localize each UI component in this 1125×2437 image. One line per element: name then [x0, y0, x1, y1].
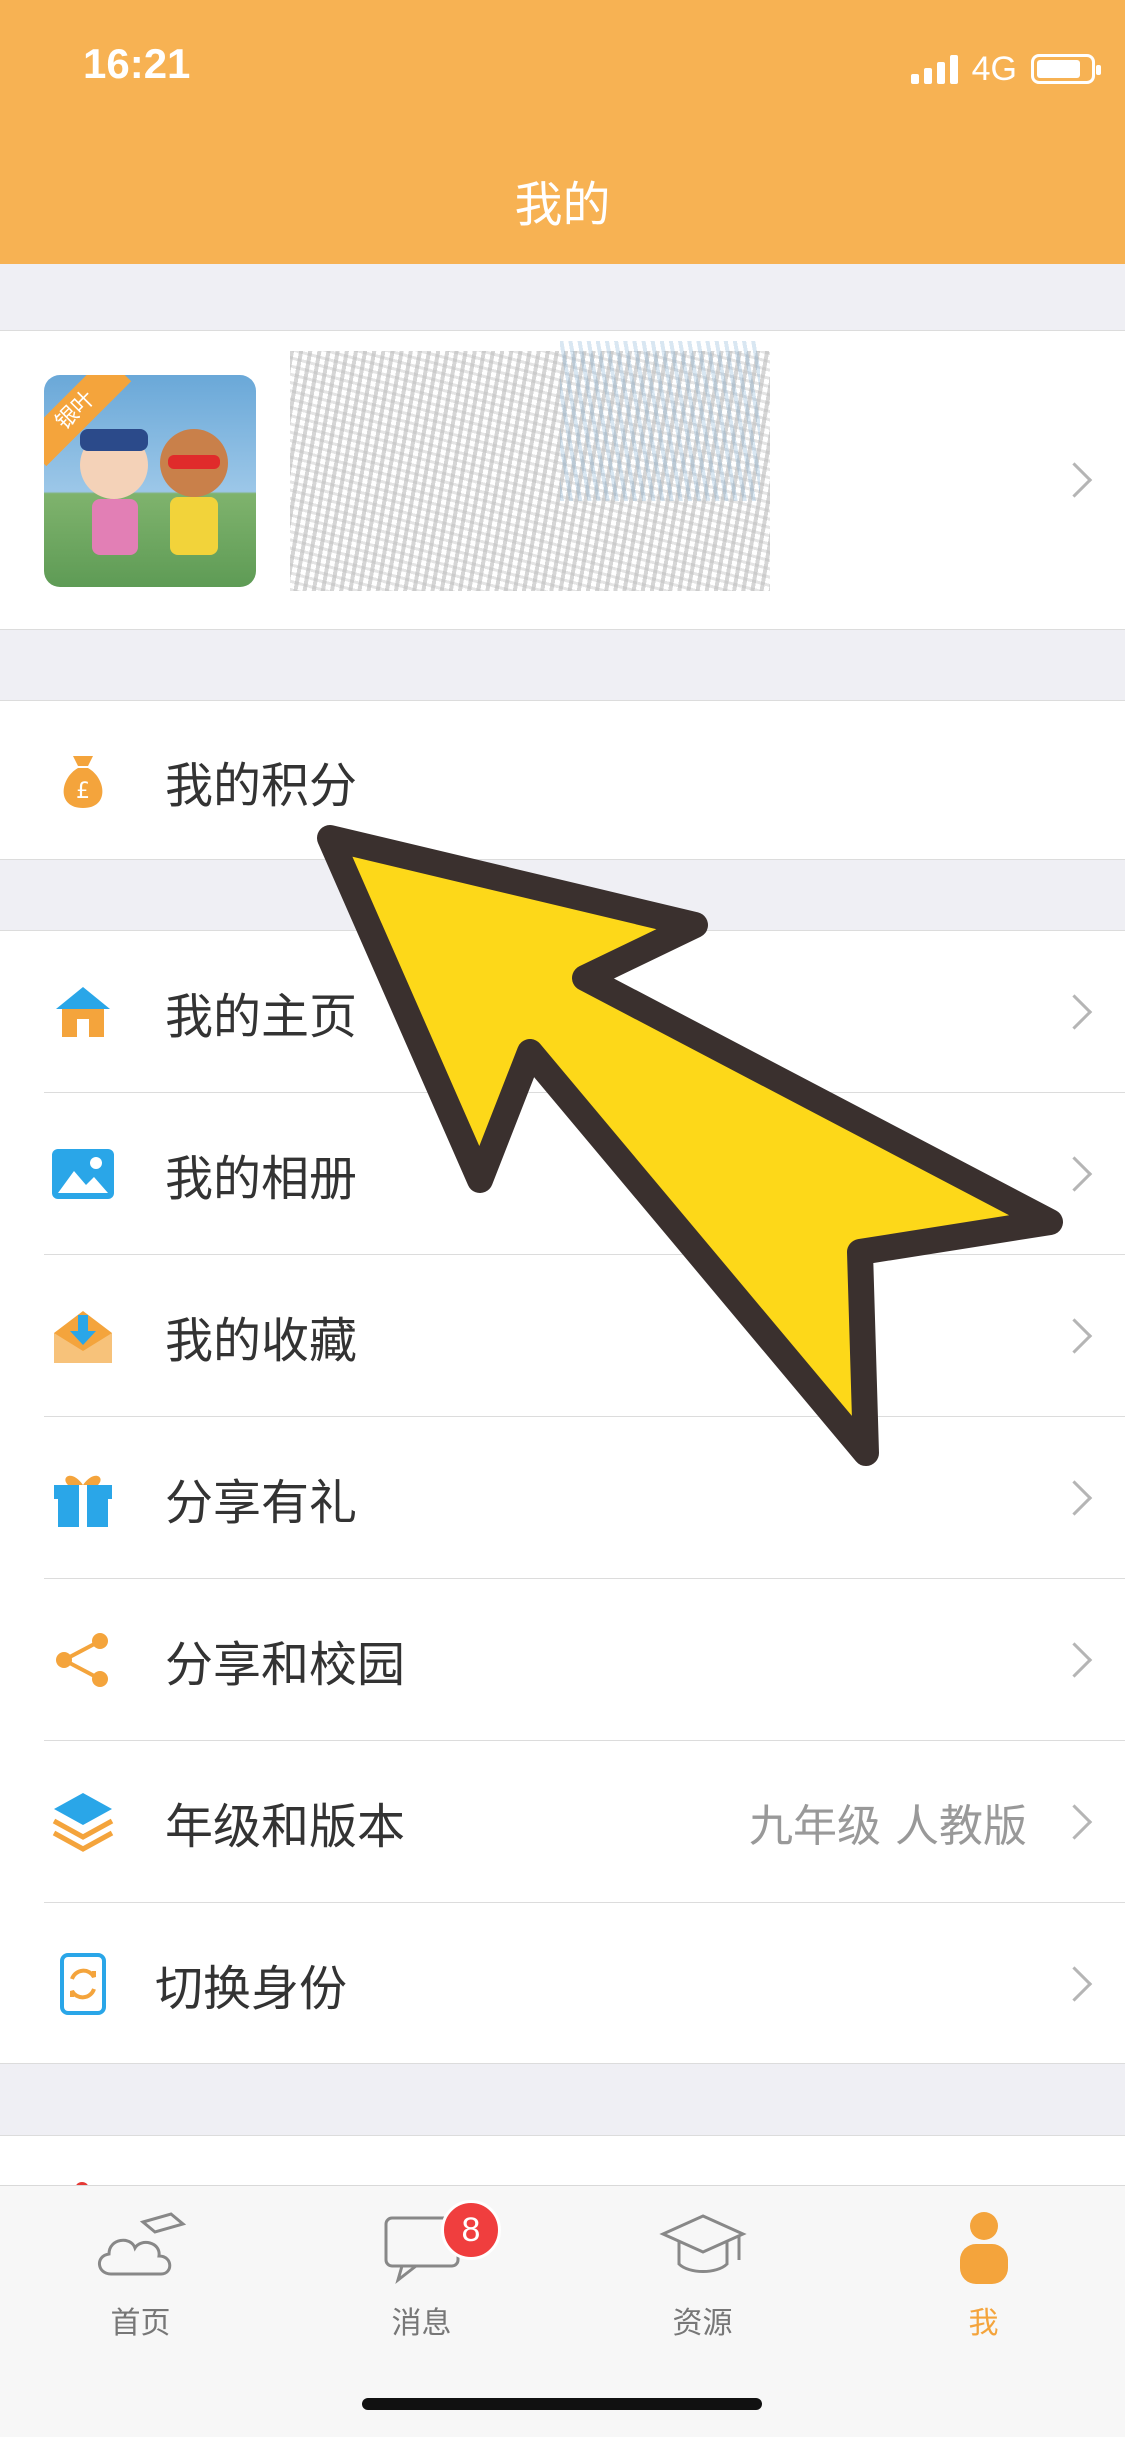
tab-label: 消息 — [391, 2306, 452, 2341]
menu-item-label: 我的相册 — [165, 1151, 358, 1207]
menu-item-label: 分享有礼 — [165, 1475, 358, 1531]
menu-item-label: 年级和版本 — [165, 1799, 406, 1855]
tab-label: 首页 — [110, 2306, 171, 2341]
chevron-right-icon — [1056, 1318, 1093, 1354]
switch-identity-icon — [60, 1953, 106, 2015]
menu-item-share-campus[interactable]: 分享和校园 — [0, 1579, 1125, 1741]
menu-item-label: 我的主页 — [165, 989, 358, 1045]
graduation-cap-icon — [658, 2214, 747, 2273]
message-badge: 8 — [441, 2200, 501, 2260]
avatar[interactable]: 银叶 — [44, 375, 256, 587]
menu-item-label: 分享和校园 — [165, 1637, 406, 1693]
home-icon — [56, 987, 110, 1037]
chevron-right-icon — [1056, 1966, 1093, 2002]
grade-version-value: 九年级 人教版 — [749, 1801, 1027, 1852]
share-icon — [56, 1633, 108, 1687]
header: 16:21 4G 我的 — [0, 0, 1125, 264]
tab-label: 我 — [968, 2306, 999, 2341]
tab-home[interactable]: 首页 — [0, 2186, 281, 2366]
chevron-right-icon — [1056, 1804, 1093, 1840]
tab-me[interactable]: 我 — [843, 2186, 1124, 2366]
menu-item-favorites[interactable]: 我的收藏 — [0, 1255, 1125, 1417]
points-label: 我的积分 — [165, 758, 358, 814]
tab-resources[interactable]: 资源 — [562, 2186, 843, 2366]
battery-icon — [1031, 54, 1101, 84]
status-indicators: 4G — [910, 46, 1101, 92]
menu-item-album[interactable]: 我的相册 — [0, 1093, 1125, 1255]
points-row[interactable]: £ 我的积分 — [0, 700, 1125, 860]
page-title: 我的 — [514, 177, 611, 233]
gift-icon — [54, 1475, 112, 1527]
profile-card[interactable]: 银叶 — [0, 330, 1125, 630]
redacted-user-info-overlay — [560, 341, 760, 501]
chevron-right-icon — [1056, 1480, 1093, 1516]
tab-messages[interactable]: 8 消息 — [281, 2186, 562, 2366]
menu-item-homepage[interactable]: 我的主页 — [0, 931, 1125, 1093]
layers-icon — [52, 1793, 114, 1852]
svg-text:£: £ — [76, 779, 90, 804]
favorites-download-icon — [54, 1311, 112, 1363]
menu-item-switch-identity[interactable]: 切换身份 — [0, 1903, 1125, 2065]
money-bag-icon: £ — [63, 756, 103, 808]
menu-item-grade-version[interactable]: 年级和版本 九年级 人教版 — [0, 1741, 1125, 1903]
menu-item-label: 切换身份 — [155, 1961, 348, 2017]
network-type: 4G — [971, 49, 1017, 88]
chevron-right-icon — [1056, 1156, 1093, 1192]
tab-label: 资源 — [672, 2306, 733, 2341]
menu-item-label: 我的收藏 — [165, 1313, 358, 1369]
signal-icon — [910, 54, 958, 84]
person-icon — [959, 2212, 1008, 2284]
status-time: 16:21 — [83, 40, 191, 87]
chevron-right-icon — [1056, 994, 1093, 1030]
home-indicator — [362, 2398, 762, 2410]
menu-list: 我的主页 我的相册 我的收藏 分享有礼 分享和校园 年级和版本 九年级 人教版 … — [0, 930, 1125, 2064]
photo-album-icon — [52, 1149, 114, 1199]
chevron-right-icon — [1056, 1642, 1093, 1678]
menu-item-share-gift[interactable]: 分享有礼 — [0, 1417, 1125, 1579]
chevron-right-icon — [1056, 462, 1093, 498]
cloud-graduation-icon — [97, 2212, 186, 2276]
